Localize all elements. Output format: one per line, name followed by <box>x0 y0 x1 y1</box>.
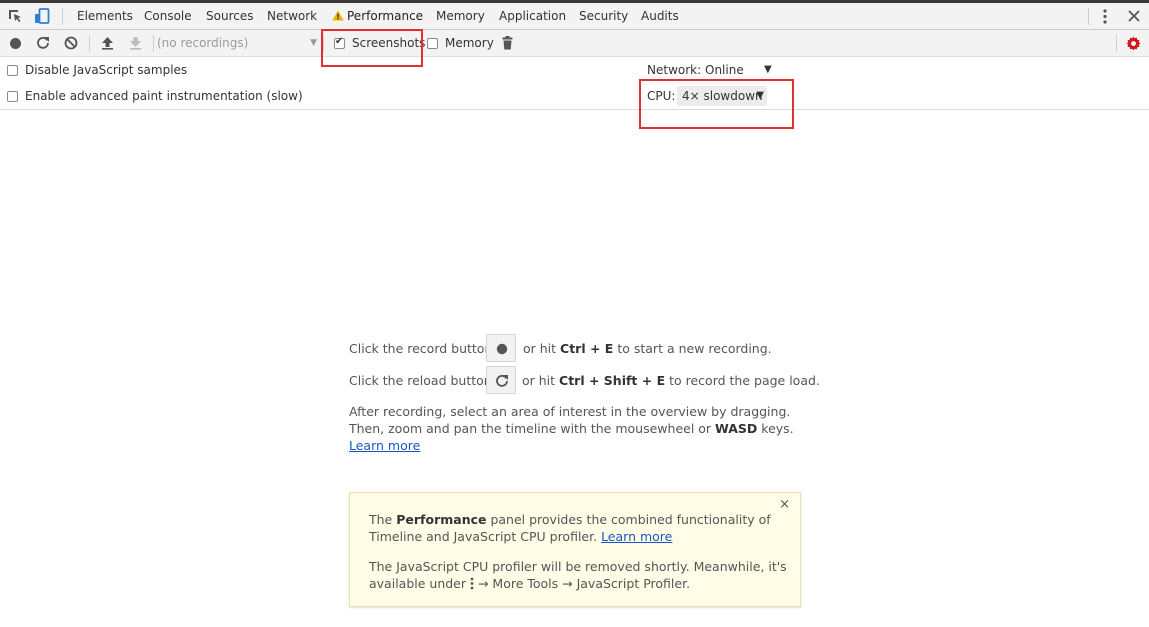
reload-shortcut-keys: Ctrl + Shift + E <box>559 373 666 388</box>
disable-js-samples-checkbox[interactable] <box>7 65 18 76</box>
highlight-box-screenshots <box>321 29 423 67</box>
warning-icon <box>332 10 344 21</box>
tab-memory[interactable]: Memory <box>436 3 485 29</box>
reload-shortcut-text: or hit Ctrl + Shift + E to record the pa… <box>522 373 820 388</box>
toolbar-divider <box>62 8 63 25</box>
tab-console[interactable]: Console <box>144 3 192 29</box>
toolbar-divider <box>89 35 90 52</box>
close-devtools-icon[interactable] <box>1128 10 1140 22</box>
reload-icon <box>496 374 508 387</box>
record-shortcut-text: or hit Ctrl + E to start a new recording… <box>523 341 772 356</box>
tab-application[interactable]: Application <box>499 3 566 29</box>
reload-instruction-text: Click the reload button <box>349 373 492 388</box>
record-icon <box>496 343 508 355</box>
memory-label: Memory <box>445 36 494 50</box>
save-profile-icon[interactable] <box>129 36 142 50</box>
devtools-tab-bar: Elements Console Sources Network Perform… <box>0 3 1149 30</box>
tab-elements[interactable]: Elements <box>77 3 133 29</box>
record-button[interactable] <box>486 334 516 362</box>
reload-button[interactable] <box>486 366 516 394</box>
clear-icon[interactable] <box>64 36 78 50</box>
tab-network[interactable]: Network <box>267 3 317 29</box>
tab-security[interactable]: Security <box>579 3 628 29</box>
tab-sources[interactable]: Sources <box>206 3 253 29</box>
toolbar-divider <box>1116 35 1117 52</box>
chevron-down-icon: ▼ <box>310 38 317 48</box>
zoom-pan-text: Then, zoom and pan the timeline with the… <box>349 421 794 436</box>
performance-panel-notice: × The Performance panel provides the com… <box>349 492 801 607</box>
advanced-paint-label: Enable advanced paint instrumentation (s… <box>25 89 303 103</box>
trash-icon[interactable] <box>502 36 513 50</box>
settings-gear-icon[interactable] <box>1126 36 1141 51</box>
reload-record-icon[interactable] <box>36 36 50 50</box>
inspect-element-icon[interactable] <box>8 9 23 24</box>
toolbar-divider <box>153 35 154 52</box>
network-throttle-label: Network: <box>647 63 702 77</box>
device-toolbar-icon[interactable] <box>34 8 50 25</box>
notice-line-3: The JavaScript CPU profiler will be remo… <box>369 559 787 574</box>
disable-js-samples-label: Disable JavaScript samples <box>25 63 188 77</box>
record-instruction-text: Click the record button <box>349 341 493 356</box>
network-throttle-select[interactable]: Online <box>705 63 744 77</box>
record-shortcut-keys: Ctrl + E <box>560 341 614 356</box>
capture-settings-pane: Disable JavaScript samples Enable advanc… <box>0 57 1149 110</box>
record-icon[interactable] <box>9 37 22 50</box>
toolbar-divider <box>1088 8 1089 25</box>
close-notice-button[interactable]: × <box>779 497 790 512</box>
performance-toolbar: (no recordings) ▼ Screenshots Memory <box>0 30 1149 57</box>
notice-learn-more-link[interactable]: Learn more <box>601 529 672 544</box>
kebab-menu-icon[interactable] <box>1102 9 1108 24</box>
load-profile-icon[interactable] <box>101 36 114 50</box>
notice-line-4: available under → More Tools → JavaScrip… <box>369 576 691 591</box>
recordings-select[interactable]: (no recordings) ▼ <box>157 33 319 53</box>
advanced-paint-checkbox[interactable] <box>7 91 18 102</box>
recordings-select-value: (no recordings) <box>157 36 249 50</box>
after-recording-text: After recording, select an area of inter… <box>349 404 791 419</box>
tab-audits[interactable]: Audits <box>641 3 679 29</box>
chevron-down-icon[interactable]: ▼ <box>764 64 772 75</box>
tab-performance-label: Performance <box>347 9 424 23</box>
highlight-box-cpu-throttle <box>639 79 794 129</box>
notice-line-2: Timeline and JavaScript CPU profiler. Le… <box>369 529 673 544</box>
learn-more-link[interactable]: Learn more <box>349 438 420 453</box>
memory-checkbox[interactable] <box>427 38 438 49</box>
kebab-menu-icon <box>470 577 474 590</box>
notice-line-1: The Performance panel provides the combi… <box>369 512 771 527</box>
tab-performance[interactable]: Performance <box>332 3 423 29</box>
